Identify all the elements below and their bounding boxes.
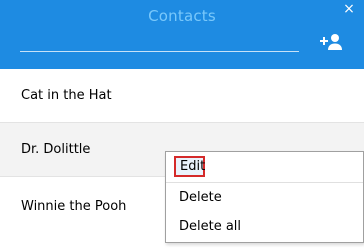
menu-item-label: Delete all	[179, 219, 242, 234]
menu-divider	[166, 182, 363, 183]
search-input[interactable]	[20, 30, 299, 50]
menu-item-label: Delete	[179, 190, 222, 205]
menu-item-delete[interactable]: Delete	[166, 185, 363, 211]
header-bar: Contacts ×	[0, 0, 364, 69]
menu-item-delete-all[interactable]: Delete all	[166, 214, 363, 240]
menu-item-edit[interactable]: Edit	[166, 154, 363, 180]
contact-name: Dr. Dolittle	[21, 142, 91, 157]
context-menu: Edit Delete Delete all	[165, 151, 364, 243]
contacts-app: Contacts × Cat in the Hat Dr. Dolittle W…	[0, 0, 364, 248]
contact-name: Winnie the Pooh	[21, 199, 127, 214]
close-icon: ×	[343, 1, 355, 17]
add-contact-button[interactable]	[319, 33, 345, 51]
contact-name: Cat in the Hat	[21, 88, 112, 103]
close-button[interactable]: ×	[343, 1, 355, 17]
page-title: Contacts	[148, 7, 216, 25]
menu-item-label: Edit	[180, 159, 206, 174]
list-item[interactable]: Cat in the Hat	[0, 69, 364, 123]
search-underline	[20, 51, 299, 52]
add-person-icon	[320, 34, 342, 50]
